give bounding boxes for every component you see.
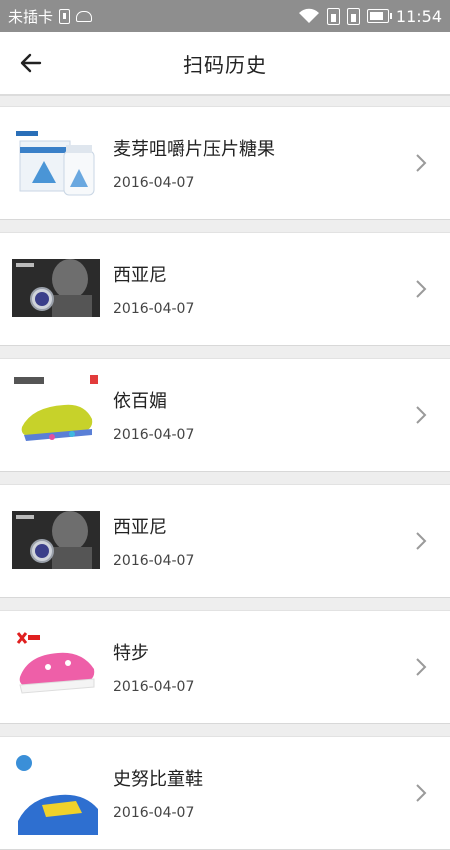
battery-icon <box>366 9 392 23</box>
list-item[interactable]: 麦芽咀嚼片压片糖果 2016-04-07 <box>0 106 450 220</box>
product-thumbnail <box>12 499 100 583</box>
list-item[interactable]: 西亚尼 2016-04-07 <box>0 232 450 346</box>
chevron-right-icon <box>412 657 430 677</box>
carrier-label: 未插卡 <box>8 7 54 26</box>
chevron-right-icon <box>412 531 430 551</box>
status-left: 未插卡 <box>8 6 93 27</box>
clock: 11:54 <box>395 6 442 26</box>
signal-sim1-icon <box>326 7 340 25</box>
product-name: 史努比童鞋 <box>113 769 203 790</box>
scan-date: 2016-04-07 <box>113 679 195 695</box>
chevron-right-icon <box>412 405 430 425</box>
chevron-right-icon <box>412 153 430 173</box>
app-bar: 扫码历史 <box>0 32 450 96</box>
arrow-left-icon <box>20 53 42 73</box>
scan-date: 2016-04-07 <box>113 805 195 821</box>
list-item[interactable]: 史努比童鞋 2016-04-07 <box>0 736 450 850</box>
wifi-icon <box>298 8 319 23</box>
back-button[interactable] <box>14 46 48 80</box>
product-thumbnail <box>12 751 100 835</box>
product-name: 麦芽咀嚼片压片糖果 <box>113 139 275 160</box>
list-item[interactable]: 西亚尼 2016-04-07 <box>0 484 450 598</box>
battery-level <box>369 12 383 20</box>
product-thumbnail <box>12 625 100 709</box>
scan-date: 2016-04-07 <box>113 427 195 443</box>
product-thumbnail <box>12 373 100 457</box>
signal-sim2-icon <box>346 7 360 25</box>
status-bar: 未插卡 11:54 <box>0 0 450 32</box>
sim-card-icon <box>59 8 71 24</box>
page-title: 扫码历史 <box>183 52 267 77</box>
product-thumbnail <box>12 247 100 331</box>
scan-date: 2016-04-07 <box>113 301 195 317</box>
product-name: 依百媚 <box>113 391 167 412</box>
product-name: 特步 <box>113 643 149 664</box>
chevron-right-icon <box>412 783 430 803</box>
android-icon <box>76 10 93 22</box>
scan-date: 2016-04-07 <box>113 175 195 191</box>
list-item[interactable]: 特步 2016-04-07 <box>0 610 450 724</box>
scan-date: 2016-04-07 <box>113 553 195 569</box>
scan-history-list: 麦芽咀嚼片压片糖果 2016-04-07 西亚尼 2016-04-07 依百媚 2016-… <box>0 96 450 850</box>
product-thumbnail <box>12 121 100 205</box>
product-name: 西亚尼 <box>113 517 167 538</box>
product-name: 西亚尼 <box>113 265 167 286</box>
list-item[interactable]: 依百媚 2016-04-07 <box>0 358 450 472</box>
chevron-right-icon <box>412 279 430 299</box>
status-right: 11:54 <box>298 7 442 26</box>
